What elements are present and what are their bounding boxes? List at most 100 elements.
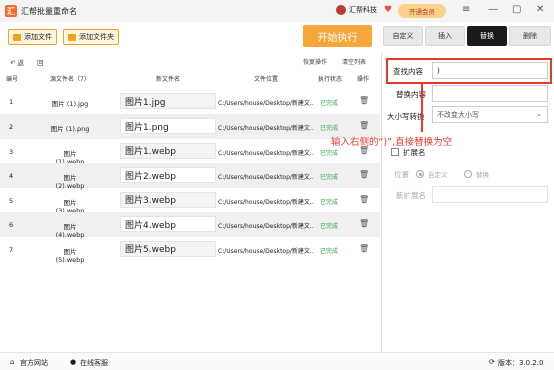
position-replace-label: 替换 — [476, 171, 489, 179]
row-path: C:/Users/house/Desktop/新建文... — [218, 198, 314, 206]
version-text: 版本：3.0.2.0 — [498, 359, 544, 367]
tab-delete[interactable]: 删除 — [509, 26, 551, 46]
vip-button[interactable]: 开通会员 — [398, 4, 446, 18]
trash-icon[interactable]: 🗑 — [359, 121, 369, 130]
row-status: 已完成 — [320, 198, 339, 206]
extension-checkbox[interactable] — [391, 148, 399, 156]
heart-icon[interactable]: ♥ — [384, 5, 392, 15]
close-icon[interactable]: ✕ — [536, 4, 544, 15]
chevron-down-icon: ⌄ — [536, 110, 542, 118]
row-path: C:/Users/house/Desktop/新建文... — [218, 174, 314, 181]
trash-icon[interactable]: 🗑 — [359, 195, 369, 204]
add-folder-button[interactable]: 添加文件夹 — [63, 29, 119, 45]
trash-icon[interactable]: 🗑 — [359, 96, 369, 105]
row-status: 已完成 — [320, 149, 339, 157]
service-link[interactable]: 在线客服 — [80, 358, 108, 368]
service-icon: ● — [70, 358, 77, 366]
row-new-name: 图片1.png — [120, 118, 216, 134]
panel-divider — [381, 52, 382, 352]
case-label: 大小写转换 — [387, 112, 425, 121]
extension-label: 扩展名 — [403, 148, 426, 157]
header-op: 操作 — [357, 76, 370, 83]
table-row[interactable]: 3 图片 (1).webp 图片1.webp C:/Users/house/De… — [0, 139, 380, 166]
header-new: 新文件名 — [156, 76, 181, 83]
add-file-button[interactable]: 添加文件 — [8, 29, 57, 45]
header-path: 文件位置 — [254, 76, 279, 83]
redo-button[interactable]: 回 — [37, 57, 44, 67]
row-new-name: 图片3.webp — [120, 191, 216, 208]
table-header: 编号 源文件名（7） 新文件名 文件位置 执行状态 操作 — [0, 71, 380, 85]
row-new-name: 图片2.webp — [120, 167, 216, 183]
row-new-name: 图片4.webp — [120, 216, 216, 232]
row-idx: 6 — [9, 221, 14, 229]
row-status: 已完成 — [320, 100, 339, 107]
brand[interactable]: 汇帮科技 — [336, 5, 377, 15]
row-status: 已完成 — [320, 125, 339, 132]
app-logo-icon: 汇 — [5, 5, 17, 17]
trash-icon[interactable]: 🗑 — [359, 170, 369, 179]
table-row[interactable]: 5 图片 (3).webp 图片3.webp C:/Users/house/De… — [0, 188, 380, 215]
table-row[interactable]: 6 图片 (4).webp 图片4.webp C:/Users/house/De… — [0, 212, 380, 239]
brand-logo-icon — [336, 5, 346, 15]
trash-icon[interactable]: 🗑 — [359, 244, 369, 253]
add-folder-label: 添加文件夹 — [79, 33, 114, 41]
row-idx: 4 — [9, 172, 14, 180]
row-new-name: 图片1.webp — [120, 142, 216, 159]
row-idx: 3 — [9, 147, 14, 156]
row-status: 已完成 — [320, 223, 339, 230]
new-ext-label: 新扩展名 — [396, 191, 426, 200]
tab-replace[interactable]: 替换 — [467, 26, 507, 46]
row-src: 图片 (5).webp — [55, 247, 85, 264]
position-custom-radio[interactable] — [416, 170, 424, 178]
table-row[interactable]: 4 图片 (2).webp 图片2.webp C:/Users/house/De… — [0, 163, 380, 190]
table-row[interactable]: 7 图片 (5).webp 图片5.webp C:/Users/house/De… — [0, 237, 380, 264]
row-path: C:/Users/house/Desktop/新建文... — [218, 223, 314, 230]
menu-icon[interactable]: ≡ — [462, 4, 470, 15]
row-src: 图片 (1).png — [50, 125, 90, 133]
folder-icon — [68, 33, 76, 41]
file-icon — [13, 33, 21, 41]
table-row[interactable]: 2 图片 (1).png 图片1.png C:/Users/house/Desk… — [0, 114, 380, 139]
tab-insert[interactable]: 插入 — [425, 26, 465, 46]
position-replace-radio[interactable] — [464, 170, 472, 178]
website-link[interactable]: 官方网站 — [20, 358, 48, 368]
annotation-arrow — [421, 84, 423, 132]
row-src: 图片 (1).jpg — [51, 100, 89, 108]
find-highlight — [386, 58, 552, 84]
trash-icon[interactable]: 🗑 — [359, 219, 369, 228]
replace-input[interactable] — [432, 85, 548, 102]
row-idx: 1 — [9, 98, 14, 106]
case-select-value: 不改变大小写 — [437, 110, 479, 119]
header-status: 执行状态 — [318, 76, 343, 83]
position-custom-label: 自定义 — [428, 171, 448, 179]
row-path: C:/Users/house/Desktop/新建文... — [218, 100, 314, 107]
undo-button[interactable]: ↶ 返 — [10, 57, 24, 67]
refresh-icon: ⟳ — [489, 358, 495, 366]
brand-name: 汇帮科技 — [349, 6, 377, 14]
restore-button[interactable]: 恢复操作 — [303, 57, 327, 66]
minimize-icon[interactable]: — — [488, 4, 498, 15]
row-path: C:/Users/house/Desktop/新建文... — [218, 247, 314, 255]
position-label: 位置 — [394, 170, 409, 179]
row-new-name: 图片5.webp — [120, 240, 216, 257]
case-select[interactable]: 不改变大小写 ⌄ — [432, 106, 548, 123]
row-idx: 5 — [9, 196, 14, 205]
annotation-text: 输入右侧的“)”,直接替换为空 — [331, 137, 453, 148]
maximize-icon[interactable]: ▢ — [512, 4, 521, 15]
row-idx: 7 — [9, 245, 14, 254]
header-src: 源文件名（7） — [50, 76, 90, 83]
footer: ⌂ 官方网站 ● 在线客服 ⟳ 版本：3.0.2.0 — [0, 352, 554, 370]
row-path: C:/Users/house/Desktop/新建文... — [218, 125, 314, 132]
clear-list-button[interactable]: 清空列表 — [342, 57, 366, 66]
row-idx: 2 — [9, 123, 14, 131]
add-file-label: 添加文件 — [24, 33, 52, 41]
header-idx: 编号 — [6, 76, 19, 83]
new-ext-input[interactable] — [432, 186, 548, 203]
row-status: 已完成 — [320, 247, 339, 255]
tab-custom[interactable]: 自定义 — [383, 26, 423, 46]
home-icon: ⌂ — [10, 358, 15, 366]
app-title: 汇帮批量重命名 — [21, 6, 77, 16]
start-button[interactable]: 开始执行 — [303, 25, 372, 47]
table-row[interactable]: 1 图片 (1).jpg 图片1.jpg C:/Users/house/Desk… — [0, 89, 380, 114]
row-new-name: 图片1.jpg — [120, 93, 216, 109]
